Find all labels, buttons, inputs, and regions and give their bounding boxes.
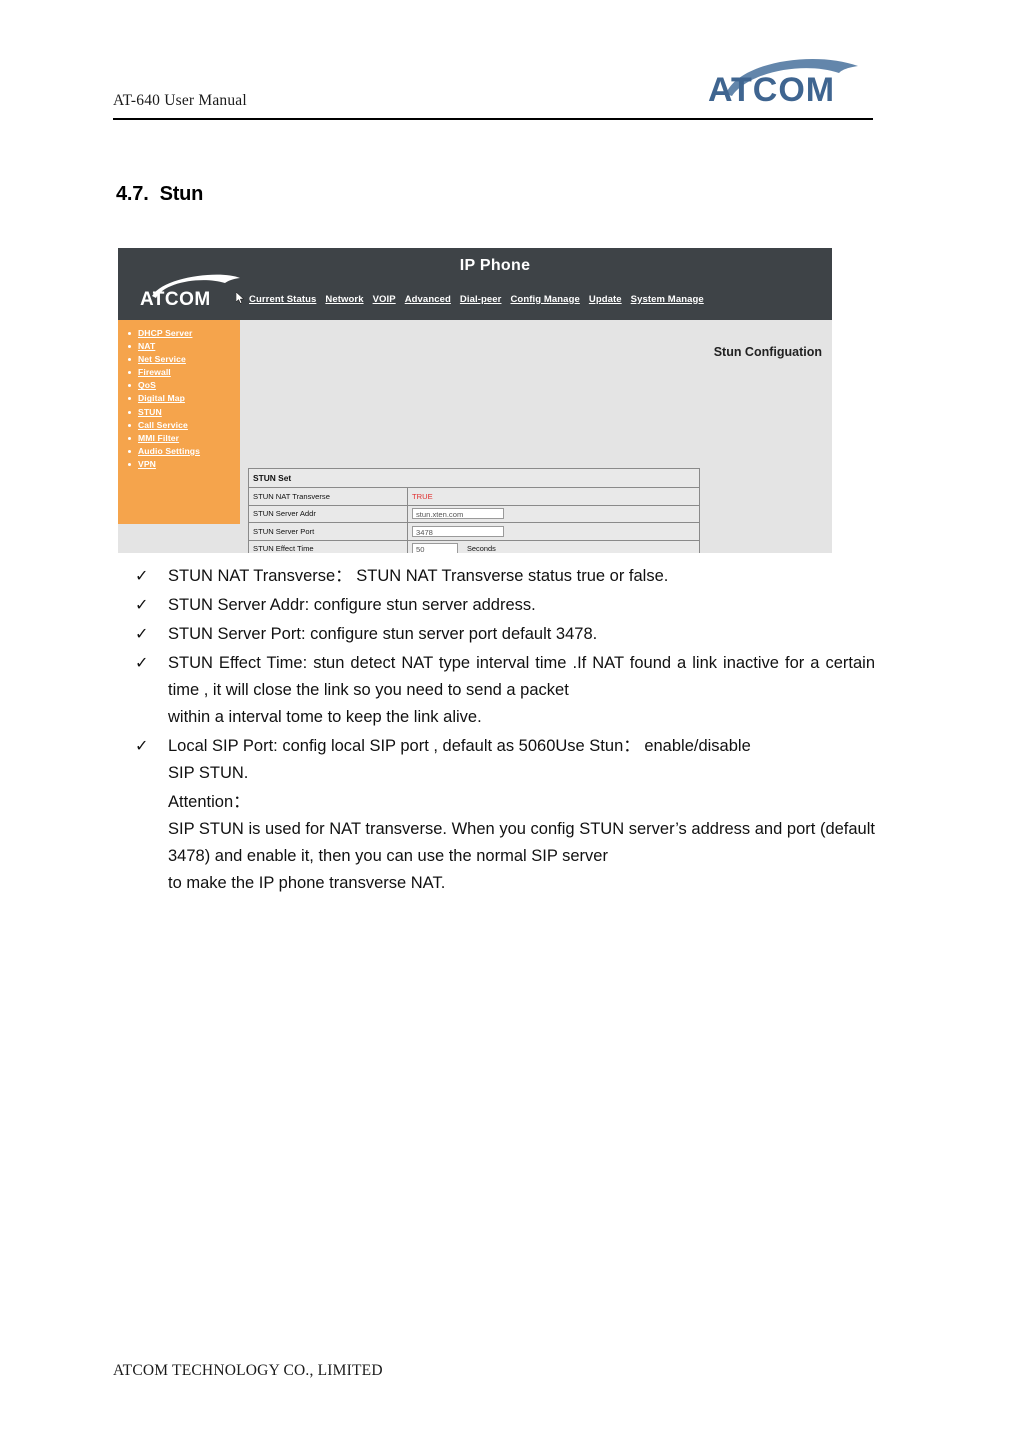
sidebar-label[interactable]: DHCP Server <box>138 328 192 338</box>
row-value-stun-nat-transverse: TRUE <box>407 487 700 506</box>
sidebar-item-vpn[interactable]: VPN <box>128 459 240 469</box>
sidebar-item-call-service[interactable]: Call Service <box>128 420 240 430</box>
checkmark-bullet-icon: ✓ <box>135 738 149 755</box>
bullet-stun-nat-transverse: ✓ STUN NAT Transverse： STUN NAT Transver… <box>130 563 875 590</box>
svg-text:ATCOM: ATCOM <box>708 71 835 109</box>
checkmark-bullet-icon: ✓ <box>135 626 149 643</box>
row-label-stun-server-port: STUN Server Port <box>248 522 408 541</box>
nav-item-system-manage[interactable]: System Manage <box>631 294 704 305</box>
table-header-label: STUN Set <box>248 468 700 488</box>
table-row: STUN Server Addr stun.xten.com <box>248 504 700 523</box>
webui-body: DHCP Server NAT Net Service Firewall QoS… <box>118 320 832 553</box>
page-footer: ATCOM TECHNOLOGY CO., LIMITED <box>113 1362 383 1379</box>
table-header-row: STUN Set <box>248 468 700 488</box>
checkmark-bullet-icon: ✓ <box>135 655 149 672</box>
sidebar-label[interactable]: NAT <box>138 341 155 351</box>
checkmark-bullet-icon: ✓ <box>135 597 149 614</box>
nav-item-network[interactable]: Network <box>325 294 363 305</box>
bullet-text-lastline: SIP STUN. <box>168 764 249 782</box>
sidebar-label[interactable]: VPN <box>138 459 156 469</box>
bullet-text-justified: Local SIP Port: config local SIP port , … <box>168 737 751 755</box>
sidebar-item-qos[interactable]: QoS <box>128 380 240 390</box>
row-label-stun-nat-transverse: STUN NAT Transverse <box>248 487 408 506</box>
table-row: STUN NAT Transverse TRUE <box>248 487 700 506</box>
nav-item-config-manage[interactable]: Config Manage <box>510 294 579 305</box>
stun-nat-transverse-value: TRUE <box>412 491 433 501</box>
row-label-stun-effect-time: STUN Effect Time <box>248 539 408 553</box>
embedded-webui-screenshot: IP Phone ATCOM Current Status Network VO… <box>118 248 832 553</box>
sidebar-label[interactable]: Net Service <box>138 354 186 364</box>
sidebar-label[interactable]: STUN <box>138 407 162 417</box>
checkmark-bullet-icon: ✓ <box>135 568 149 585</box>
sidebar-label[interactable]: Firewall <box>138 367 171 377</box>
bullet-text: STUN Server Port: configure stun server … <box>168 625 598 643</box>
sidebar-item-stun[interactable]: STUN <box>128 407 240 417</box>
stun-server-port-input[interactable]: 3478 <box>412 525 504 537</box>
stun-effect-time-input[interactable]: 50 <box>412 543 458 553</box>
mouse-cursor-icon <box>236 292 245 304</box>
bullet-stun-server-addr: ✓ STUN Server Addr: configure stun serve… <box>130 592 875 619</box>
atcom-logo: ATCOM <box>696 52 871 114</box>
nav-item-dial-peer[interactable]: Dial-peer <box>460 294 502 305</box>
nav-item-voip[interactable]: VOIP <box>373 294 396 305</box>
bullet-text: STUN Server Addr: configure stun server … <box>168 596 536 614</box>
row-value-stun-server-addr: stun.xten.com <box>407 504 700 523</box>
table-row: STUN Server Port 3478 <box>248 522 700 541</box>
webui-nav[interactable]: Current Status Network VOIP Advanced Dia… <box>236 292 704 305</box>
sidebar-label[interactable]: MMI Filter <box>138 433 179 443</box>
webui-topbar: IP Phone ATCOM Current Status Network VO… <box>118 248 832 320</box>
attention-paragraph-justified: SIP STUN is used for NAT transverse. Whe… <box>168 820 875 865</box>
sidebar-item-digital-map[interactable]: Digital Map <box>128 393 240 403</box>
row-value-stun-effect-time: 50 Seconds <box>407 539 700 553</box>
webui-atcom-logo: ATCOM <box>136 272 248 312</box>
sidebar-item-net-service[interactable]: Net Service <box>128 354 240 364</box>
bullet-text-justified: STUN Effect Time: stun detect NAT type i… <box>168 654 875 699</box>
sidebar-label[interactable]: Call Service <box>138 420 188 430</box>
section-number: 4.7. <box>116 183 149 205</box>
attention-label: Attention： <box>168 793 250 811</box>
section-heading: 4.7. Stun <box>116 183 203 206</box>
sidebar-item-audio-settings[interactable]: Audio Settings <box>128 446 240 456</box>
table-row: STUN Effect Time 50 Seconds <box>248 539 700 553</box>
section-title: Stun <box>159 183 204 205</box>
bullet-text: STUN NAT Transverse： STUN NAT Transverse… <box>168 567 669 585</box>
nav-item-advanced[interactable]: Advanced <box>405 294 451 305</box>
sidebar-item-dhcp-server[interactable]: DHCP Server <box>128 328 240 338</box>
svg-text:ATCOM: ATCOM <box>140 289 211 310</box>
stun-server-addr-input[interactable]: stun.xten.com <box>412 508 504 520</box>
manual-title: AT-640 User Manual <box>113 92 247 109</box>
page-header: AT-640 User Manual ATCOM <box>113 52 873 120</box>
webui-sidebar: DHCP Server NAT Net Service Firewall QoS… <box>118 320 240 524</box>
sidebar-label[interactable]: QoS <box>138 380 156 390</box>
bullet-text-lastline: within a interval tome to keep the link … <box>168 708 482 726</box>
bullet-stun-server-port: ✓ STUN Server Port: configure stun serve… <box>130 621 875 648</box>
body-copy: ✓ STUN NAT Transverse： STUN NAT Transver… <box>130 563 875 897</box>
row-label-stun-server-addr: STUN Server Addr <box>248 504 408 523</box>
row-value-stun-server-port: 3478 <box>407 522 700 541</box>
sidebar-label[interactable]: Audio Settings <box>138 446 200 456</box>
webui-page-title: Stun Configuation <box>713 345 822 359</box>
header-rule <box>113 118 873 120</box>
nav-item-update[interactable]: Update <box>589 294 622 305</box>
bullet-local-sip-port: ✓ Local SIP Port: config local SIP port … <box>130 733 875 787</box>
sidebar-item-mmi-filter[interactable]: MMI Filter <box>128 433 240 443</box>
attention-paragraph-lastline: to make the IP phone transverse NAT. <box>168 874 446 892</box>
sidebar-item-firewall[interactable]: Firewall <box>128 367 240 377</box>
sidebar-label[interactable]: Digital Map <box>138 393 185 403</box>
attention-block: Attention： SIP STUN is used for NAT tran… <box>130 789 875 897</box>
bullet-stun-effect-time: ✓ STUN Effect Time: stun detect NAT type… <box>130 650 875 731</box>
sidebar-item-nat[interactable]: NAT <box>128 341 240 351</box>
stun-set-table: STUN Set STUN NAT Transverse TRUE STUN S… <box>248 468 700 553</box>
nav-item-current-status[interactable]: Current Status <box>249 294 316 305</box>
stun-effect-time-unit: Seconds <box>467 543 496 553</box>
